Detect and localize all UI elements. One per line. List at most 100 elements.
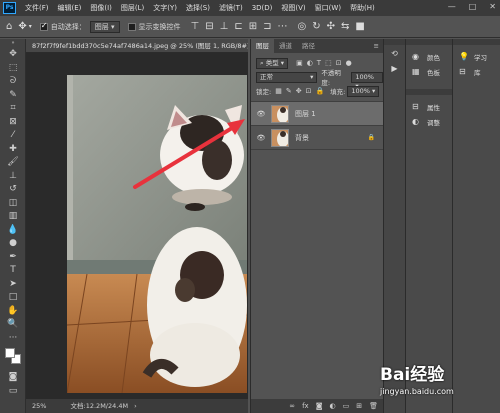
quick-select-tool-icon[interactable]: ✎ — [0, 89, 26, 103]
eraser-tool-icon[interactable]: ◫ — [0, 197, 26, 211]
align-top-icon[interactable]: ⊤ — [191, 21, 200, 32]
menu-3d[interactable]: 3D(D) — [252, 4, 273, 12]
actions-icon[interactable]: ▶ — [384, 64, 405, 73]
3d-rotate-icon[interactable]: ↻ — [312, 21, 320, 32]
panel-learn[interactable]: 💡 学习 — [453, 49, 500, 64]
lock-position-icon[interactable]: ✥ — [296, 87, 302, 95]
brush-tool-icon[interactable]: 🖌 — [0, 156, 26, 170]
distribute-icon[interactable]: ⋯ — [278, 21, 288, 32]
layer-row-background[interactable]: 👁 背景 🔒 — [251, 126, 383, 150]
trash-icon[interactable]: 🗑 — [369, 402, 378, 410]
tab-paths[interactable]: 路径 — [297, 39, 320, 53]
filter-type-icon[interactable]: T — [317, 59, 321, 67]
menu-file[interactable]: 文件(F) — [25, 3, 49, 13]
3d-video-icon[interactable]: ■ — [355, 21, 364, 32]
panel-grip[interactable] — [406, 39, 452, 45]
path-select-tool-icon[interactable]: ➤ — [0, 278, 26, 292]
filter-adjust-icon[interactable]: ◐ — [307, 59, 313, 67]
visibility-eye-icon[interactable]: 👁 — [254, 110, 268, 118]
filter-smart-icon[interactable]: ⊡ — [336, 59, 342, 67]
menu-window[interactable]: 窗口(W) — [315, 3, 341, 13]
maximize-button[interactable]: □ — [469, 2, 477, 11]
dodge-tool-icon[interactable]: ● — [0, 237, 26, 251]
align-center-icon[interactable]: ⊞ — [249, 21, 257, 32]
tools-collapse-icon[interactable]: » — [0, 39, 26, 48]
lock-all-icon[interactable]: 🔒 — [315, 87, 324, 95]
hand-tool-icon[interactable]: ✋ — [0, 305, 26, 319]
visibility-eye-icon[interactable]: 👁 — [254, 134, 268, 142]
chevron-right-icon[interactable]: › — [134, 402, 137, 410]
align-bottom-icon[interactable]: ⊥ — [220, 21, 229, 32]
blend-mode-dropdown[interactable]: 正常 ▾ — [256, 71, 318, 83]
document-tab[interactable]: 87f2f7f9fef1bdd370c5e74af7486a14.jpeg @ … — [26, 39, 248, 53]
adjustment-layer-icon[interactable]: ◐ — [330, 402, 336, 410]
menu-image[interactable]: 图像(I) — [90, 3, 112, 13]
healing-brush-tool-icon[interactable]: ✚ — [0, 143, 26, 157]
type-tool-icon[interactable]: T — [0, 264, 26, 278]
marquee-tool-icon[interactable]: ⬚ — [0, 62, 26, 76]
zoom-level[interactable]: 25% — [32, 402, 46, 410]
menu-view[interactable]: 视图(V) — [281, 3, 305, 13]
filter-shape-icon[interactable]: ⬚ — [325, 59, 332, 67]
menu-select[interactable]: 选择(S) — [186, 3, 210, 13]
minimize-button[interactable]: — — [448, 2, 456, 11]
rectangle-tool-icon[interactable]: □ — [0, 291, 26, 305]
menu-layer[interactable]: 图层(L) — [121, 3, 144, 13]
fill-input[interactable]: 100% ▾ — [347, 85, 380, 97]
home-icon[interactable]: ⌂ — [6, 21, 12, 32]
fx-icon[interactable]: fx — [302, 402, 309, 410]
panel-adjustments[interactable]: ◐ 调整 — [406, 114, 452, 129]
panel-properties[interactable]: ⊟ 属性 — [406, 99, 452, 114]
auto-select-dropdown[interactable]: 图层 ▾ — [89, 20, 120, 33]
menu-type[interactable]: 文字(Y) — [153, 3, 177, 13]
align-middle-icon[interactable]: ⊟ — [205, 21, 213, 32]
blur-tool-icon[interactable]: 💧 — [0, 224, 26, 238]
filter-kind-dropdown[interactable]: ⌕ 类型 ▾ — [256, 57, 289, 69]
color-swatches[interactable] — [0, 345, 26, 371]
lock-image-icon[interactable]: ✎ — [286, 87, 292, 95]
filter-pixel-icon[interactable]: ▣ — [296, 59, 303, 67]
eyedropper-tool-icon[interactable]: ⁄ — [0, 129, 26, 143]
lock-transparent-icon[interactable]: ▦ — [275, 87, 282, 95]
link-layers-icon[interactable]: ∞ — [289, 402, 295, 410]
foreground-color-swatch[interactable] — [5, 348, 15, 358]
panel-grip[interactable] — [406, 89, 452, 95]
lock-artboard-icon[interactable]: ⊡ — [306, 87, 312, 95]
tab-layers[interactable]: 图层 — [251, 39, 274, 53]
panel-swatches[interactable]: ▦ 色板 — [406, 64, 452, 79]
gradient-tool-icon[interactable]: ▥ — [0, 210, 26, 224]
lasso-tool-icon[interactable]: ᘐ — [0, 75, 26, 89]
filter-toggle-icon[interactable]: ● — [346, 59, 352, 67]
history-icon[interactable]: ⟲ — [384, 49, 405, 58]
canvas-area[interactable] — [26, 53, 248, 399]
align-right-icon[interactable]: ⊐ — [263, 21, 271, 32]
menu-edit[interactable]: 编辑(E) — [58, 3, 82, 13]
new-group-icon[interactable]: ▭ — [343, 402, 350, 410]
menu-filter[interactable]: 滤镜(T) — [219, 3, 243, 13]
tab-channels[interactable]: 通道 — [274, 39, 297, 53]
opacity-input[interactable]: 100% ▾ — [351, 71, 384, 90]
quick-mask-icon[interactable]: ◙ — [0, 371, 26, 385]
move-tool-icon[interactable]: ✥ — [0, 48, 26, 62]
chevron-down-icon[interactable]: ▾ — [29, 23, 32, 30]
auto-select-checkbox[interactable] — [39, 21, 48, 31]
panel-libraries[interactable]: ⊟ 库 — [453, 64, 500, 79]
history-brush-tool-icon[interactable]: ↺ — [0, 183, 26, 197]
zoom-tool-icon[interactable]: 🔍 — [0, 318, 26, 332]
screen-mode-icon[interactable]: ▭ — [0, 385, 26, 399]
panel-grip[interactable] — [384, 39, 405, 45]
layer-row-layer1[interactable]: 👁 图层 1 — [251, 102, 383, 126]
crop-tool-icon[interactable]: ⌗ — [0, 102, 26, 116]
3d-slide-icon[interactable]: ⇆ — [341, 21, 349, 32]
menu-help[interactable]: 帮助(H) — [350, 3, 375, 13]
close-button[interactable]: ✕ — [489, 2, 496, 11]
clone-stamp-tool-icon[interactable]: ⊥ — [0, 170, 26, 184]
add-mask-icon[interactable]: ◙ — [316, 402, 323, 410]
more-tools-icon[interactable]: ··· — [0, 332, 26, 346]
new-layer-icon[interactable]: ⊞ — [356, 402, 362, 410]
panel-menu-icon[interactable]: ≡ — [374, 39, 383, 53]
pen-tool-icon[interactable]: ✒ — [0, 251, 26, 265]
move-tool-icon[interactable]: ✥ — [18, 21, 26, 32]
frame-tool-icon[interactable]: ⊠ — [0, 116, 26, 130]
show-transform-checkbox[interactable] — [127, 22, 136, 31]
